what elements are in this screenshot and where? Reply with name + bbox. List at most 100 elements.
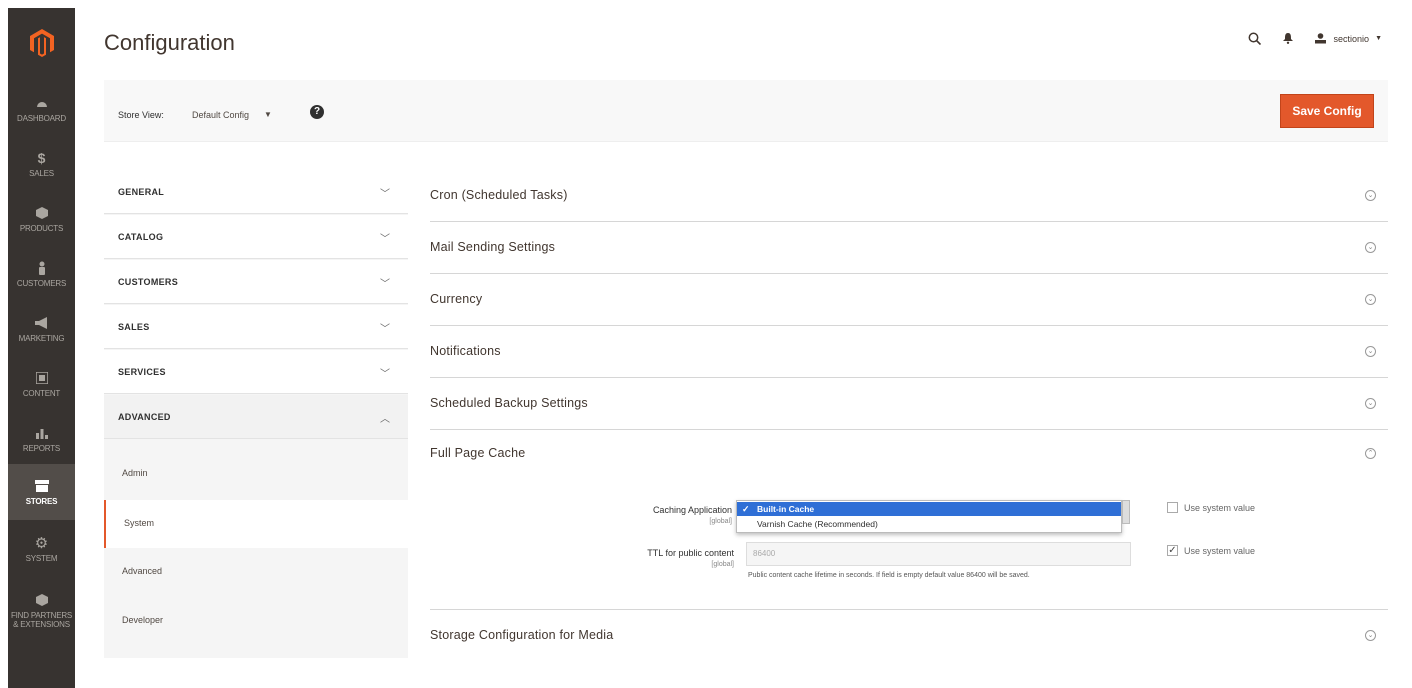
caching-application-select[interactable]: ✓ Built-in Cache Varnish Cache (Recommen… xyxy=(736,500,1122,533)
box-icon xyxy=(34,592,50,608)
save-config-button[interactable]: Save Config xyxy=(1280,94,1374,128)
section-cron[interactable]: Cron (Scheduled Tasks) ⌄ xyxy=(430,170,1388,222)
checkbox-label: Use system value xyxy=(1184,545,1256,556)
nav-label: DASHBOARD xyxy=(17,114,66,123)
dollar-icon: $ xyxy=(37,150,46,166)
ttl-hint: Public content cache lifetime in seconds… xyxy=(748,572,1030,579)
tab-services[interactable]: SERVICES ﹀ xyxy=(104,350,408,394)
tab-label: CUSTOMERS xyxy=(118,277,179,287)
header-actions: sectionio ▼ xyxy=(1248,32,1382,45)
tab-item-system[interactable]: System xyxy=(104,500,408,548)
checkbox[interactable] xyxy=(1167,502,1178,513)
page-header: Configuration sectionio ▼ xyxy=(104,26,1382,60)
nav-marketing[interactable]: MARKETING xyxy=(8,301,75,357)
section-scheduled-backup[interactable]: Scheduled Backup Settings ⌄ xyxy=(430,378,1388,430)
nav-customers[interactable]: CUSTOMERS xyxy=(8,246,75,302)
collapse-icon: ⌃ xyxy=(1365,448,1376,459)
user-menu[interactable]: sectionio ▼ xyxy=(1314,32,1382,45)
nav-system[interactable]: ⚙ SYSTEM xyxy=(8,521,75,577)
nav-products[interactable]: PRODUCTS xyxy=(8,191,75,247)
nav-stores[interactable]: STORES xyxy=(8,464,75,520)
store-icon xyxy=(34,478,50,494)
bell-icon[interactable] xyxy=(1282,33,1293,44)
tab-label: CATALOG xyxy=(118,232,164,242)
checkbox-label: Use system value xyxy=(1184,502,1256,513)
option-label: Varnish Cache (Recommended) xyxy=(757,519,878,529)
user-name: sectionio xyxy=(1333,33,1370,44)
expand-icon: ⌄ xyxy=(1365,398,1376,409)
expand-icon: ⌄ xyxy=(1365,346,1376,357)
caret-down-icon: ▼ xyxy=(1375,35,1382,42)
section-notifications[interactable]: Notifications ⌄ xyxy=(430,326,1388,378)
store-view-bar: Store View: Default Config ▼ ? Save Conf… xyxy=(104,80,1388,142)
caching-application-label: Caching Application xyxy=(652,505,732,515)
nav-label: REPORTS xyxy=(22,444,61,453)
section-mail-sending[interactable]: Mail Sending Settings ⌄ xyxy=(430,222,1388,274)
admin-sidebar: DASHBOARD $ SALES PRODUCTS CUSTOMERS MAR… xyxy=(8,8,75,688)
tab-sales[interactable]: SALES ﹀ xyxy=(104,305,408,349)
section-currency[interactable]: Currency ⌄ xyxy=(430,274,1388,326)
tab-label: SALES xyxy=(118,322,150,332)
page-title: Configuration xyxy=(104,30,235,55)
nav-dashboard[interactable]: DASHBOARD xyxy=(8,81,75,137)
person-icon xyxy=(34,260,50,276)
cube-icon xyxy=(34,205,50,221)
chevron-down-icon: ﹀ xyxy=(380,369,390,380)
magento-logo-icon[interactable] xyxy=(8,8,75,78)
nav-find-partners[interactable]: FIND PARTNERS & EXTENSIONS xyxy=(8,578,75,642)
nav-label: STORES xyxy=(25,497,58,506)
help-icon[interactable]: ? xyxy=(310,105,324,119)
tab-label: ADVANCED xyxy=(118,412,171,422)
tab-item-advanced[interactable]: Advanced xyxy=(104,548,408,596)
config-tabs: GENERAL ﹀ CATALOG ﹀ CUSTOMERS ﹀ SALES ﹀ … xyxy=(104,170,408,658)
chevron-down-icon: ﹀ xyxy=(380,279,390,290)
section-title: Cron (Scheduled Tasks) xyxy=(430,188,568,202)
tab-general[interactable]: GENERAL ﹀ xyxy=(104,170,408,214)
tab-label: GENERAL xyxy=(118,187,165,197)
tab-item-developer[interactable]: Developer xyxy=(104,597,408,645)
ttl-input[interactable]: 86400 xyxy=(746,542,1131,566)
scope-label: [global] xyxy=(709,518,732,525)
checkbox-checked[interactable]: ✓ xyxy=(1167,545,1178,556)
section-title: Storage Configuration for Media xyxy=(430,628,614,642)
store-view-switcher[interactable]: Default Config xyxy=(192,110,249,120)
search-icon[interactable] xyxy=(1248,32,1261,45)
caret-down-icon[interactable]: ▼ xyxy=(264,110,272,119)
nav-reports[interactable]: REPORTS xyxy=(8,411,75,467)
nav-label: MARKETING xyxy=(18,334,65,343)
tab-customers[interactable]: CUSTOMERS ﹀ xyxy=(104,260,408,304)
caching-use-system-value[interactable]: Use system value xyxy=(1167,502,1255,513)
section-storage-media[interactable]: Storage Configuration for Media ⌄ xyxy=(430,610,1388,662)
tab-advanced[interactable]: ADVANCED ︿ xyxy=(104,395,408,439)
dropdown-scrollbar[interactable] xyxy=(1122,500,1130,524)
tab-catalog[interactable]: CATALOG ﹀ xyxy=(104,215,408,259)
option-varnish-cache[interactable]: Varnish Cache (Recommended) xyxy=(737,517,1121,531)
ttl-label: TTL for public content xyxy=(647,548,734,558)
megaphone-icon xyxy=(34,315,50,331)
nav-content[interactable]: CONTENT xyxy=(8,356,75,412)
tab-item-label: Admin xyxy=(122,468,148,478)
chevron-down-icon: ﹀ xyxy=(380,189,390,200)
gear-icon: ⚙ xyxy=(34,535,49,552)
tab-item-label: Developer xyxy=(122,615,164,625)
nav-label: SALES xyxy=(29,169,54,178)
section-title: Full Page Cache xyxy=(430,446,526,460)
nav-label: SYSTEM xyxy=(25,554,58,563)
expand-icon: ⌄ xyxy=(1365,242,1376,253)
ttl-use-system-value[interactable]: ✓ Use system value xyxy=(1167,545,1255,556)
dashboard-icon xyxy=(34,95,50,111)
nav-sales[interactable]: $ SALES xyxy=(8,136,75,192)
expand-icon: ⌄ xyxy=(1365,630,1376,641)
nav-label: PRODUCTS xyxy=(19,224,64,233)
option-built-in-cache[interactable]: ✓ Built-in Cache xyxy=(737,502,1121,516)
nav-label: FIND PARTNERS & EXTENSIONS xyxy=(10,610,73,629)
store-view-label: Store View: xyxy=(118,110,164,120)
section-title: Scheduled Backup Settings xyxy=(430,396,588,410)
tab-item-admin[interactable]: Admin xyxy=(104,450,408,498)
content-icon xyxy=(34,370,50,386)
bar-chart-icon xyxy=(34,425,50,441)
user-icon xyxy=(1314,32,1326,45)
expand-icon: ⌄ xyxy=(1365,190,1376,201)
section-title: Mail Sending Settings xyxy=(430,240,556,254)
scope-label: [global] xyxy=(711,561,734,568)
